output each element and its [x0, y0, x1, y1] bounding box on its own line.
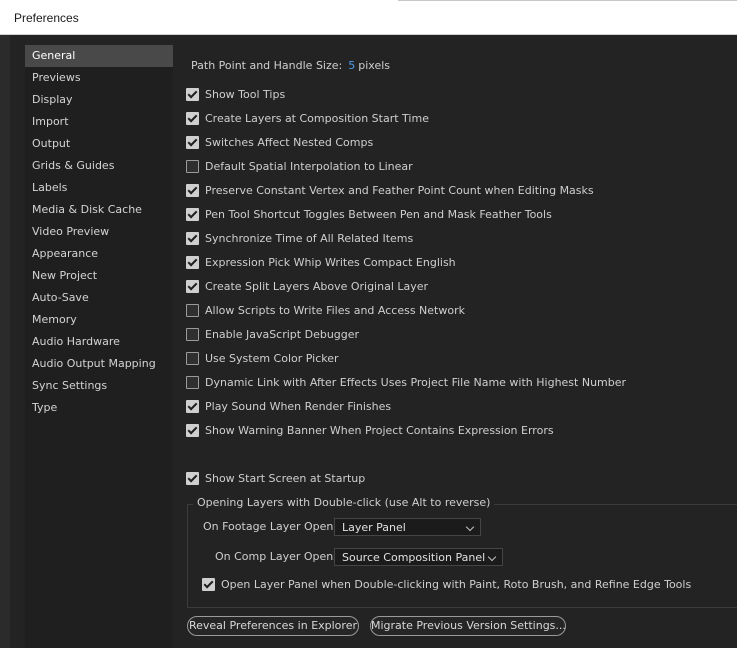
- sidebar-item-previews[interactable]: Previews: [25, 67, 173, 89]
- footage-layer-select[interactable]: Layer Panel: [334, 518, 481, 536]
- option-label: Show Warning Banner When Project Contain…: [205, 423, 554, 437]
- checkbox[interactable]: [186, 351, 199, 365]
- checkbox[interactable]: [186, 159, 199, 173]
- option-label: Switches Affect Nested Comps: [205, 135, 374, 149]
- option-label: Enable JavaScript Debugger: [205, 327, 360, 341]
- comp-layer-value: Source Composition Panel: [342, 551, 486, 564]
- checkbox[interactable]: [186, 135, 199, 149]
- title-bar: Preferences: [0, 0, 737, 35]
- sidebar-item-output[interactable]: Output: [25, 133, 173, 155]
- option-show-start-screen[interactable]: Show Start Screen at Startup: [186, 470, 365, 486]
- option-create-layers-at-start[interactable]: Create Layers at Composition Start Time: [186, 110, 429, 126]
- checkbox[interactable]: [186, 399, 199, 413]
- option-label: Pen Tool Shortcut Toggles Between Pen an…: [205, 207, 552, 221]
- option-switches-affect-nested[interactable]: Switches Affect Nested Comps: [186, 134, 373, 150]
- option-label: Create Layers at Composition Start Time: [205, 111, 429, 125]
- sidebar-item-import[interactable]: Import: [25, 111, 173, 133]
- title-bar-edge: [398, 0, 737, 1]
- comp-layer-label: On Comp Layer Opens:: [215, 550, 343, 563]
- option-default-spatial-linear[interactable]: Default Spatial Interpolation to Linear: [186, 158, 413, 174]
- sidebar-item-sync-settings[interactable]: Sync Settings: [25, 375, 173, 397]
- path-point-size: Path Point and Handle Size: 5 pixels: [191, 59, 390, 72]
- sidebar-item-memory[interactable]: Memory: [25, 309, 173, 331]
- path-point-unit: pixels: [358, 59, 390, 72]
- checkbox[interactable]: [186, 111, 199, 125]
- option-label: Show Tool Tips: [205, 87, 286, 101]
- option-label: Dynamic Link with After Effects Uses Pro…: [205, 375, 627, 389]
- option-dynamic-link[interactable]: Dynamic Link with After Effects Uses Pro…: [186, 374, 626, 390]
- option-play-sound[interactable]: Play Sound When Render Finishes: [186, 398, 391, 414]
- option-label: Create Split Layers Above Original Layer: [205, 279, 429, 293]
- left-frame: [0, 35, 10, 648]
- footage-layer-label: On Footage Layer Opens:: [203, 520, 343, 533]
- path-point-label: Path Point and Handle Size:: [191, 59, 343, 72]
- sidebar-item-appearance[interactable]: Appearance: [25, 243, 173, 265]
- sidebar: General Previews Display Import Output G…: [25, 45, 173, 648]
- option-label: Synchronize Time of All Related Items: [205, 231, 414, 245]
- option-preserve-vertex-count[interactable]: Preserve Constant Vertex and Feather Poi…: [186, 182, 594, 198]
- checkbox[interactable]: [186, 231, 199, 245]
- footage-layer-value: Layer Panel: [342, 521, 406, 534]
- comp-layer-select[interactable]: Source Composition Panel: [334, 548, 503, 566]
- checkbox[interactable]: [186, 207, 199, 221]
- option-show-tool-tips[interactable]: Show Tool Tips: [186, 86, 285, 102]
- sidebar-item-labels[interactable]: Labels: [25, 177, 173, 199]
- checkbox[interactable]: [186, 423, 199, 437]
- sidebar-item-video-preview[interactable]: Video Preview: [25, 221, 173, 243]
- sidebar-item-display[interactable]: Display: [25, 89, 173, 111]
- checkbox[interactable]: [186, 255, 199, 269]
- sidebar-item-general[interactable]: General: [25, 45, 173, 67]
- checkbox[interactable]: [186, 303, 199, 317]
- option-allow-scripts[interactable]: Allow Scripts to Write Files and Access …: [186, 302, 465, 318]
- checkbox[interactable]: [186, 183, 199, 197]
- window-title: Preferences: [14, 11, 79, 25]
- reveal-preferences-button[interactable]: Reveal Preferences in Explorer: [187, 616, 359, 636]
- chevron-down-icon: [465, 522, 475, 532]
- sidebar-item-auto-save[interactable]: Auto-Save: [25, 287, 173, 309]
- migrate-settings-button[interactable]: Migrate Previous Version Settings...: [370, 616, 566, 636]
- option-system-color-picker[interactable]: Use System Color Picker: [186, 350, 339, 366]
- option-label: Allow Scripts to Write Files and Access …: [205, 303, 465, 317]
- checkbox[interactable]: [186, 327, 199, 341]
- path-point-value[interactable]: 5: [348, 59, 355, 72]
- sidebar-item-new-project[interactable]: New Project: [25, 265, 173, 287]
- option-label: Default Spatial Interpolation to Linear: [205, 159, 413, 173]
- option-split-layers-above[interactable]: Create Split Layers Above Original Layer: [186, 278, 428, 294]
- checkbox[interactable]: [202, 577, 215, 591]
- option-label: Preserve Constant Vertex and Feather Poi…: [205, 183, 594, 197]
- option-javascript-debugger[interactable]: Enable JavaScript Debugger: [186, 326, 359, 342]
- sidebar-item-media-disk-cache[interactable]: Media & Disk Cache: [25, 199, 173, 221]
- opening-layers-legend: Opening Layers with Double-click (use Al…: [193, 496, 495, 509]
- option-label: Expression Pick Whip Writes Compact Engl…: [205, 255, 456, 269]
- checkbox[interactable]: [186, 279, 199, 293]
- option-label: Use System Color Picker: [205, 351, 339, 365]
- checkbox[interactable]: [186, 87, 199, 101]
- checkbox[interactable]: [186, 375, 199, 389]
- option-warning-banner[interactable]: Show Warning Banner When Project Contain…: [186, 422, 554, 438]
- option-open-layer-panel-paint[interactable]: Open Layer Panel when Double-clicking wi…: [202, 576, 691, 592]
- sidebar-item-audio-hardware[interactable]: Audio Hardware: [25, 331, 173, 353]
- sidebar-item-grids-guides[interactable]: Grids & Guides: [25, 155, 173, 177]
- checkbox[interactable]: [186, 471, 199, 485]
- sidebar-item-audio-output-mapping[interactable]: Audio Output Mapping: [25, 353, 173, 375]
- sidebar-item-type[interactable]: Type: [25, 397, 173, 419]
- option-label: Open Layer Panel when Double-clicking wi…: [221, 577, 692, 591]
- option-pen-tool-shortcut[interactable]: Pen Tool Shortcut Toggles Between Pen an…: [186, 206, 552, 222]
- chevron-down-icon: [487, 552, 497, 562]
- option-label: Play Sound When Render Finishes: [205, 399, 392, 413]
- option-label: Show Start Screen at Startup: [205, 471, 366, 485]
- option-pick-whip-compact[interactable]: Expression Pick Whip Writes Compact Engl…: [186, 254, 456, 270]
- option-synchronize-time[interactable]: Synchronize Time of All Related Items: [186, 230, 413, 246]
